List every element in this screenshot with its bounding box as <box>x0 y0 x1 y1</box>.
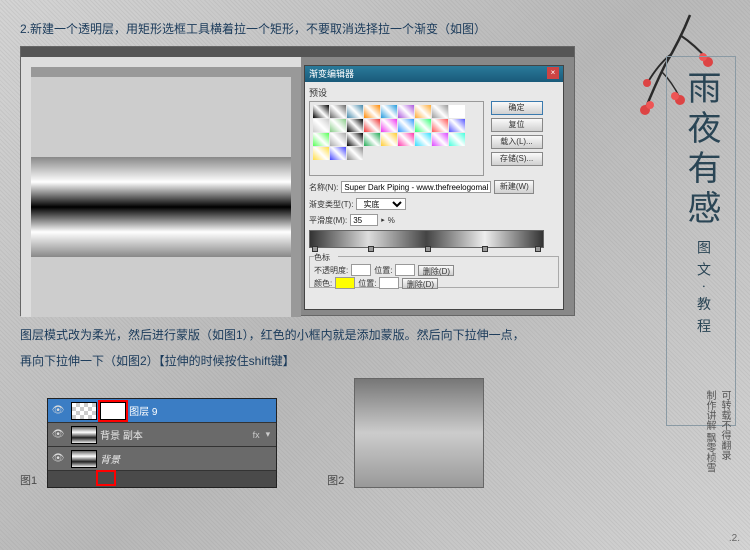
percent-label: % <box>388 216 395 225</box>
name-field[interactable] <box>341 181 491 193</box>
figure-2-image <box>354 378 484 488</box>
credit-2: 制作讲解 飘零桢雪 <box>701 390 717 473</box>
cancel-button[interactable]: 复位 <box>491 118 543 132</box>
dialog-title: 渐变编辑器 <box>309 67 354 81</box>
name-label: 名称(N): <box>309 182 338 193</box>
save-button[interactable]: 存储(S)... <box>491 152 543 166</box>
step-3-text-b: 再向下拉伸一下（如图2）【拉伸的时候按住shift键】 <box>20 352 620 370</box>
layer-row-bg-copy[interactable]: 👁 背景 副本 fx ▾ <box>48 423 276 447</box>
type-label: 渐变类型(T): <box>309 199 353 210</box>
presets-label: 预设 <box>309 88 327 98</box>
visibility-icon[interactable]: 👁 <box>48 429 68 440</box>
layer-thumb <box>71 402 97 420</box>
layer-row-bg[interactable]: 👁 背景 <box>48 447 276 471</box>
chevron-down-icon[interactable]: ▾ <box>266 429 271 440</box>
canvas <box>31 77 291 317</box>
sidebar-subtitle: 图文·教程 <box>692 240 712 341</box>
ok-button[interactable]: 确定 <box>491 101 543 115</box>
gradient-bar[interactable] <box>309 230 544 248</box>
type-select[interactable]: 实底 <box>356 198 406 210</box>
layer-thumb <box>71 450 97 468</box>
smooth-label: 平滑度(M): <box>309 215 347 226</box>
figure-2-label: 图2 <box>327 472 344 488</box>
gradient-rectangle <box>31 157 291 257</box>
layer-row-9[interactable]: 👁 图层 9 <box>48 399 276 423</box>
preset-swatches[interactable] <box>309 101 484 176</box>
load-button[interactable]: 载入(L)... <box>491 135 543 149</box>
credit-1: 可转载不得翻录 <box>716 390 732 460</box>
new-button[interactable]: 新建(W) <box>494 180 534 194</box>
layer-thumb <box>71 426 97 444</box>
smoothness-field[interactable] <box>350 214 378 226</box>
stops-label: 色标 <box>314 252 338 263</box>
page-number: .2. <box>729 533 740 544</box>
visibility-icon[interactable]: 👁 <box>48 405 68 416</box>
step-2-text: 2.新建一个透明层，用矩形选框工具横着拉一个矩形，不要取消选择拉一个渐变（如图） <box>20 20 620 38</box>
add-mask-button-highlighted[interactable] <box>98 472 114 484</box>
fx-badge: fx <box>253 430 260 440</box>
layers-panel: 👁 图层 9 👁 背景 副本 fx ▾ 👁 背景 <box>47 398 277 488</box>
visibility-icon[interactable]: 👁 <box>48 453 68 464</box>
screenshot-1: 渐变编辑器 × 预设 确定 复位 载入(L)... 存储(S)... 名称(N)… <box>20 46 575 316</box>
figure-1-label: 图1 <box>20 472 37 488</box>
step-3-text-a: 图层模式改为柔光，然后进行蒙版（如图1），红色的小框内就是添加蒙版。然后向下拉伸… <box>20 326 620 344</box>
close-icon[interactable]: × <box>547 67 559 79</box>
gradient-editor-dialog: 渐变编辑器 × 预设 确定 复位 载入(L)... 存储(S)... 名称(N)… <box>304 65 564 310</box>
layer-mask-highlighted <box>100 402 126 420</box>
sidebar-title: 雨夜有感 <box>672 70 722 230</box>
panel-footer <box>48 471 276 487</box>
